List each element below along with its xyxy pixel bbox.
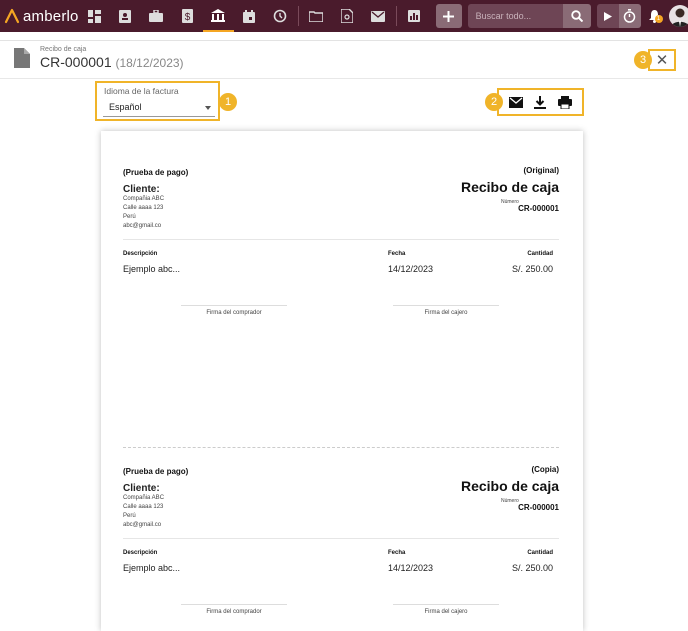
print-icon[interactable] xyxy=(558,95,573,109)
copy-type-label: (Copia) xyxy=(531,465,559,474)
search-button[interactable] xyxy=(562,4,591,28)
chevron-down-icon xyxy=(205,106,211,110)
plus-icon xyxy=(443,10,455,22)
buyer-signature-label: Firma del comprador xyxy=(206,310,262,316)
close-icon: ✕ xyxy=(655,52,669,69)
client-label: Cliente: xyxy=(123,483,160,494)
client-info: Compañia ABC Calle aaaa 123 Perú abc@gma… xyxy=(123,195,164,231)
nav-divider xyxy=(395,6,397,26)
proof-label: (Prueba de pago) xyxy=(123,168,189,177)
stopwatch-icon xyxy=(623,9,636,23)
client-country: Perú xyxy=(123,214,136,220)
client-info: Compañia ABC Calle aaaa 123 Perú abc@gma… xyxy=(123,494,164,530)
top-navigation-bar: amberlo $ Buscar todo... 1 xyxy=(0,0,688,32)
receipt-panel: Recibo de caja CR-000001 (18/12/2023) ✕ … xyxy=(0,40,688,631)
client-company: Compañia ABC xyxy=(123,196,165,202)
col-date: Fecha xyxy=(388,550,406,556)
briefcase-icon[interactable] xyxy=(141,0,172,32)
receipt-title: Recibo de caja xyxy=(460,478,559,494)
svg-text:$: $ xyxy=(184,12,190,23)
receipt-preview: (Prueba de pago) (Original) Recibo de ca… xyxy=(101,131,583,631)
search-placeholder: Buscar todo... xyxy=(475,11,532,21)
client-address: Calle aaaa 123 xyxy=(123,504,164,510)
cashier-signature-label: Firma del cajero xyxy=(424,310,468,316)
timer-button[interactable] xyxy=(618,4,641,28)
cashier-signature-line xyxy=(393,305,499,306)
col-amount: Cantidad xyxy=(527,251,553,257)
row-date: 14/12/2023 xyxy=(388,264,434,274)
row-amount: S/. 250.00 xyxy=(511,563,553,573)
receipt-title: Recibo de caja xyxy=(460,179,559,195)
billing-icon[interactable]: $ xyxy=(172,0,203,32)
cashier-signature-label: Firma del cajero xyxy=(424,609,468,615)
page-title: CR-000001 (18/12/2023) xyxy=(40,54,184,70)
client-address: Calle aaaa 123 xyxy=(123,205,164,211)
receipt-number: CR-000001 xyxy=(518,204,559,213)
document-icon xyxy=(14,48,30,68)
buyer-signature-label: Firma del comprador xyxy=(206,609,262,615)
download-icon[interactable] xyxy=(534,95,547,109)
user-avatar[interactable] xyxy=(668,5,688,27)
row-date: 14/12/2023 xyxy=(388,563,434,573)
col-date: Fecha xyxy=(388,251,406,257)
amberlo-logo-icon xyxy=(4,8,20,24)
divider xyxy=(123,239,559,240)
email-icon[interactable] xyxy=(508,96,523,108)
language-dropdown[interactable]: Español xyxy=(103,99,215,117)
notification-count-badge: 1 xyxy=(654,15,663,23)
global-search-input[interactable]: Buscar todo... xyxy=(467,4,563,28)
col-description: Descripción xyxy=(123,251,158,257)
calendar-icon[interactable] xyxy=(234,0,265,32)
col-amount: Cantidad xyxy=(527,550,553,556)
client-country: Perú xyxy=(123,513,136,519)
reports-icon[interactable] xyxy=(399,0,430,32)
mail-icon[interactable] xyxy=(363,0,394,32)
app-name: amberlo xyxy=(23,7,79,25)
add-new-button[interactable] xyxy=(435,4,462,28)
close-button[interactable]: ✕ xyxy=(648,49,676,71)
bank-icon[interactable] xyxy=(202,0,234,32)
contacts-icon[interactable] xyxy=(110,0,141,32)
copy-type-label: (Original) xyxy=(523,166,559,175)
language-label: Idioma de la factura xyxy=(104,86,179,96)
step-marker-1: 1 xyxy=(219,93,237,111)
document-date: (18/12/2023) xyxy=(115,56,184,70)
row-description: Ejemplo abc... xyxy=(123,264,181,274)
client-label: Cliente: xyxy=(123,184,160,195)
history-icon[interactable] xyxy=(265,0,296,32)
app-logo[interactable]: amberlo xyxy=(0,0,79,32)
buyer-signature-line xyxy=(181,604,287,605)
row-amount: S/. 250.00 xyxy=(511,264,553,274)
step-marker-3: 3 xyxy=(634,51,652,69)
folder-icon[interactable] xyxy=(301,0,332,32)
document-actions xyxy=(497,88,584,116)
cashier-signature-line xyxy=(393,604,499,605)
language-value: Español xyxy=(109,102,142,112)
client-email: abc@gmail.co xyxy=(123,522,162,528)
row-description: Ejemplo abc... xyxy=(123,563,181,573)
cut-line xyxy=(123,447,559,448)
notifications-button[interactable]: 1 xyxy=(645,0,665,32)
dashboard-icon[interactable] xyxy=(79,0,110,32)
header-subtitle: Recibo de caja xyxy=(40,46,87,53)
proof-label: (Prueba de pago) xyxy=(123,467,189,476)
client-company: Compañia ABC xyxy=(123,495,165,501)
buyer-signature-line xyxy=(181,305,287,306)
divider xyxy=(123,538,559,539)
document-search-icon[interactable] xyxy=(332,0,363,32)
play-icon xyxy=(603,11,612,21)
col-description: Descripción xyxy=(123,550,158,556)
nav-divider xyxy=(297,6,299,26)
document-number: CR-000001 xyxy=(40,54,112,70)
start-timer-button[interactable] xyxy=(596,4,619,28)
client-email: abc@gmail.co xyxy=(123,223,162,229)
search-icon xyxy=(570,10,583,22)
panel-header: Recibo de caja CR-000001 (18/12/2023) ✕ … xyxy=(0,41,688,79)
receipt-number: CR-000001 xyxy=(518,503,559,512)
language-selector[interactable]: Idioma de la factura Español xyxy=(95,81,220,121)
